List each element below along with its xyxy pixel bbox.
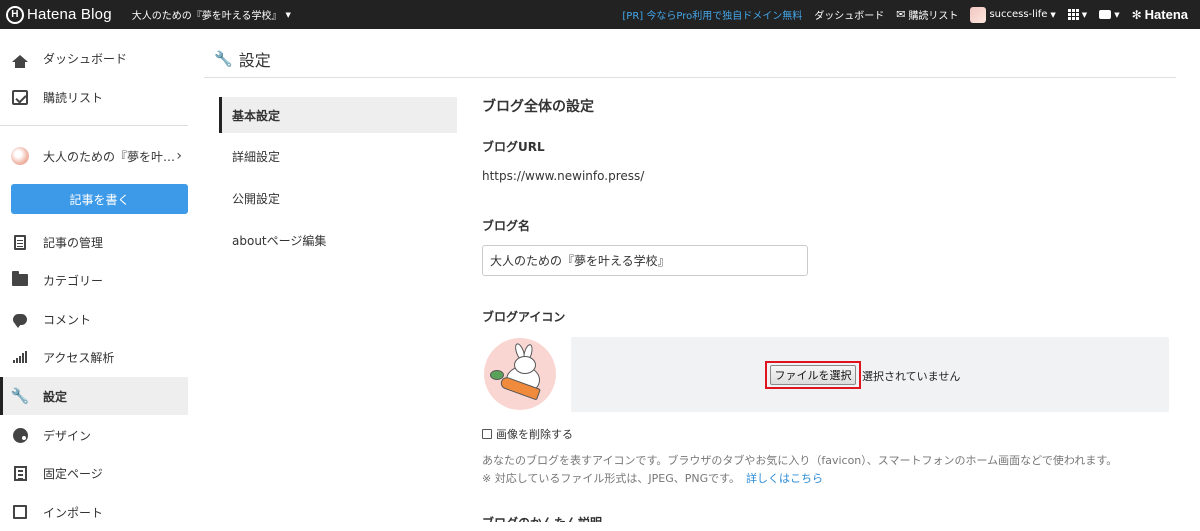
- subnav-about-page-edit[interactable]: aboutページ編集: [219, 222, 457, 258]
- page-title-text: 設定: [238, 51, 271, 70]
- subnav-advanced-settings[interactable]: 詳細設定: [219, 138, 457, 174]
- document-icon: [11, 234, 29, 250]
- caret-down-icon: ▼: [1050, 10, 1056, 19]
- pr-pro-link[interactable]: [PR] 今ならPro利用で独自ドメイン無料: [622, 7, 802, 22]
- icon-help-text: あなたのブログを表すアイコンです。ブラウザのタブやお気に入り（favicon）、…: [482, 454, 1118, 467]
- wrench-icon: 🔧: [214, 50, 233, 68]
- hatena-link[interactable]: ✻ Hatena: [1132, 7, 1188, 22]
- reading-list-icon: ✉: [896, 8, 906, 21]
- blog-avatar: [11, 147, 29, 165]
- title-divider: [204, 77, 1176, 78]
- sidebar-item-label: コメント: [43, 312, 92, 327]
- sidebar-item-static-pages[interactable]: 固定ページ: [0, 454, 188, 492]
- inbox-icon: [11, 89, 29, 105]
- top-navigation-bar: H Hatena Blog 大人のための『夢を叶える学校』 ▼ [PR] 今なら…: [0, 0, 1200, 29]
- sidebar-item-import[interactable]: インポート: [0, 493, 188, 531]
- reading-list-label: 購読リスト: [908, 11, 959, 22]
- speech-bubble-icon: [1099, 10, 1112, 19]
- caret-down-icon: ▼: [285, 10, 291, 19]
- blog-name-field[interactable]: [482, 245, 808, 276]
- write-article-button[interactable]: 記事を書く: [11, 184, 188, 214]
- delete-image-label: 画像を削除する: [496, 428, 573, 441]
- sidebar-item-label: 設定: [43, 389, 68, 404]
- caret-down-icon: ▼: [1081, 10, 1088, 19]
- hatena-spark-icon: ✻: [1131, 7, 1142, 22]
- dashboard-link[interactable]: ダッシュボード: [814, 7, 884, 22]
- choose-file-button[interactable]: ファイルを選択: [770, 365, 856, 385]
- comment-icon: [11, 313, 29, 328]
- pages-icon: [11, 465, 29, 481]
- sidebar-item-design[interactable]: デザイン: [0, 416, 188, 454]
- user-avatar: [970, 6, 987, 23]
- file-button-highlight: ファイルを選択: [765, 361, 861, 389]
- import-icon: [11, 505, 29, 519]
- palette-icon: [11, 427, 29, 443]
- no-file-selected-text: 選択されていません: [862, 370, 961, 383]
- sidebar-item-comments[interactable]: コメント: [0, 300, 188, 338]
- wrench-icon: 🔧: [10, 387, 30, 405]
- apps-grid-icon: [1067, 9, 1079, 20]
- sidebar: ダッシュボード 購読リスト 大人のための『夢を叶… › 記事を書く 記事の管理 …: [0, 29, 200, 522]
- notifications-menu[interactable]: ▼: [1099, 10, 1120, 19]
- sidebar-blog-name: 大人のための『夢を叶…: [43, 149, 176, 164]
- sidebar-item-settings[interactable]: 🔧 設定: [0, 377, 188, 415]
- page-title: 🔧 設定: [214, 44, 271, 74]
- bar-chart-icon: [11, 351, 29, 363]
- sidebar-item-articles[interactable]: 記事の管理: [0, 223, 188, 261]
- hatena-logo-icon: H: [6, 5, 24, 24]
- delete-image-option[interactable]: 画像を削除する: [482, 426, 573, 442]
- hatena-brand-text: Hatena: [1144, 7, 1188, 22]
- caret-down-icon: ▼: [1114, 10, 1120, 19]
- details-link[interactable]: 詳しくはこちら: [746, 472, 823, 485]
- sidebar-item-label: アクセス解析: [43, 350, 115, 365]
- blog-selector-label: 大人のための『夢を叶える学校』: [131, 11, 282, 22]
- chevron-right-icon: ›: [176, 148, 182, 164]
- sidebar-divider: [0, 125, 188, 126]
- reading-list-link[interactable]: ✉ 購読リスト: [896, 7, 958, 22]
- user-name: success-life: [989, 9, 1048, 20]
- subnav-basic-settings[interactable]: 基本設定: [219, 97, 457, 133]
- subnav-publish-settings[interactable]: 公開設定: [219, 180, 457, 216]
- delete-image-checkbox[interactable]: [482, 429, 492, 439]
- blog-selector[interactable]: 大人のための『夢を叶える学校』 ▼: [131, 7, 291, 23]
- next-section-label: ブログのかんたん説明: [482, 514, 682, 522]
- sidebar-item-label: 固定ページ: [43, 466, 103, 481]
- sidebar-item-categories[interactable]: カテゴリー: [0, 261, 188, 299]
- sidebar-item-label: 購読リスト: [43, 90, 104, 105]
- folder-icon: [11, 271, 29, 286]
- apps-menu[interactable]: ▼: [1067, 9, 1088, 20]
- section-title: ブログ全体の設定: [482, 99, 594, 115]
- sidebar-item-label: インポート: [43, 505, 104, 520]
- user-menu[interactable]: success-life ▼: [970, 6, 1056, 23]
- sidebar-item-label: デザイン: [43, 428, 92, 443]
- hatena-blog-logo[interactable]: H Hatena Blog: [6, 5, 112, 24]
- blog-icon-preview: [484, 338, 556, 410]
- sidebar-item-label: カテゴリー: [43, 273, 104, 288]
- home-icon: [11, 54, 29, 68]
- logo-text: Hatena Blog: [27, 6, 112, 23]
- blog-icon-label: ブログアイコン: [482, 310, 566, 324]
- sidebar-item-label: ダッシュボード: [43, 51, 128, 66]
- sidebar-item-dashboard[interactable]: ダッシュボード: [0, 39, 188, 77]
- icon-format-note: ※ 対応しているファイル形式は、JPEG、PNGです。 詳しくはこちら: [482, 470, 823, 486]
- sidebar-item-label: 記事の管理: [43, 235, 104, 250]
- sidebar-item-reading-list[interactable]: 購読リスト: [0, 78, 188, 116]
- blog-name-label: ブログ名: [482, 219, 531, 233]
- blog-url-value: https://www.newinfo.press/: [482, 169, 645, 183]
- blog-url-label: ブログURL: [482, 140, 545, 154]
- format-note-text: ※ 対応しているファイル形式は、JPEG、PNGです。: [482, 472, 741, 485]
- sidebar-blog-switcher[interactable]: 大人のための『夢を叶… ›: [0, 137, 188, 175]
- sidebar-item-analytics[interactable]: アクセス解析: [0, 338, 188, 376]
